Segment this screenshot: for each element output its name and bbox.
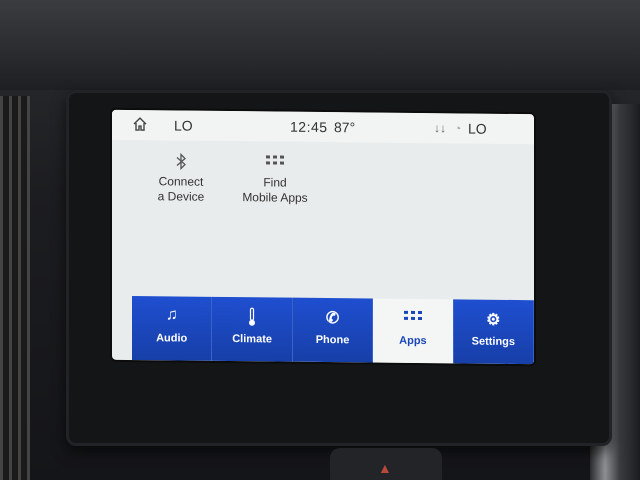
infotainment-screen: LO 12:45 87° ↓↓ ◔ LO Connect a Device Fi… bbox=[112, 109, 534, 365]
mute-icon: ↓↓ bbox=[434, 121, 446, 136]
nav-climate-label: Climate bbox=[232, 333, 272, 346]
gear-icon: ⚙ bbox=[486, 311, 501, 329]
music-note-icon: ♫ bbox=[165, 306, 178, 324]
find-mobile-apps-tile[interactable]: Find Mobile Apps bbox=[230, 147, 320, 216]
outside-temperature: 87° bbox=[334, 119, 356, 136]
left-air-vent bbox=[0, 96, 30, 480]
thermometer-icon bbox=[212, 307, 291, 330]
nav-audio-label: Audio bbox=[156, 332, 188, 345]
phone-icon: ✆ bbox=[325, 310, 340, 328]
dashboard-top bbox=[0, 0, 640, 90]
nav-apps-button[interactable]: Apps bbox=[373, 298, 454, 364]
nav-audio-button[interactable]: ♫ Audio bbox=[132, 295, 213, 361]
apps-grid-icon bbox=[230, 153, 320, 176]
hazard-icon[interactable]: ▲ bbox=[378, 460, 392, 476]
nav-apps-label: Apps bbox=[399, 334, 427, 348]
connect-device-tile[interactable]: Connect a Device bbox=[136, 146, 226, 215]
connect-device-label-2: a Device bbox=[157, 189, 205, 204]
clock: 12:45 bbox=[290, 118, 328, 136]
find-apps-label-1: Find bbox=[263, 175, 287, 190]
connect-device-label-1: Connect bbox=[158, 174, 204, 189]
nav-phone-label: Phone bbox=[315, 333, 350, 347]
home-icon[interactable] bbox=[132, 116, 148, 132]
nav-settings-label: Settings bbox=[471, 335, 516, 349]
status-bar: LO 12:45 87° ↓↓ ◔ LO bbox=[112, 109, 534, 145]
nav-phone-button[interactable]: ✆ Phone bbox=[292, 297, 374, 363]
apps-grid-icon bbox=[373, 309, 452, 332]
find-apps-label-2: Mobile Apps bbox=[242, 190, 308, 205]
signal-icon: ◔ bbox=[454, 121, 462, 136]
nav-settings-button[interactable]: ⚙ Settings bbox=[453, 299, 534, 365]
bottom-nav-bar: ♫ Audio Climate ✆ Phone Apps ⚙ Settings bbox=[132, 295, 534, 365]
source-indicator-left: LO bbox=[174, 117, 193, 134]
bluetooth-icon bbox=[136, 152, 226, 175]
nav-climate-button[interactable]: Climate bbox=[212, 296, 293, 362]
source-indicator-right: LO bbox=[468, 120, 487, 137]
